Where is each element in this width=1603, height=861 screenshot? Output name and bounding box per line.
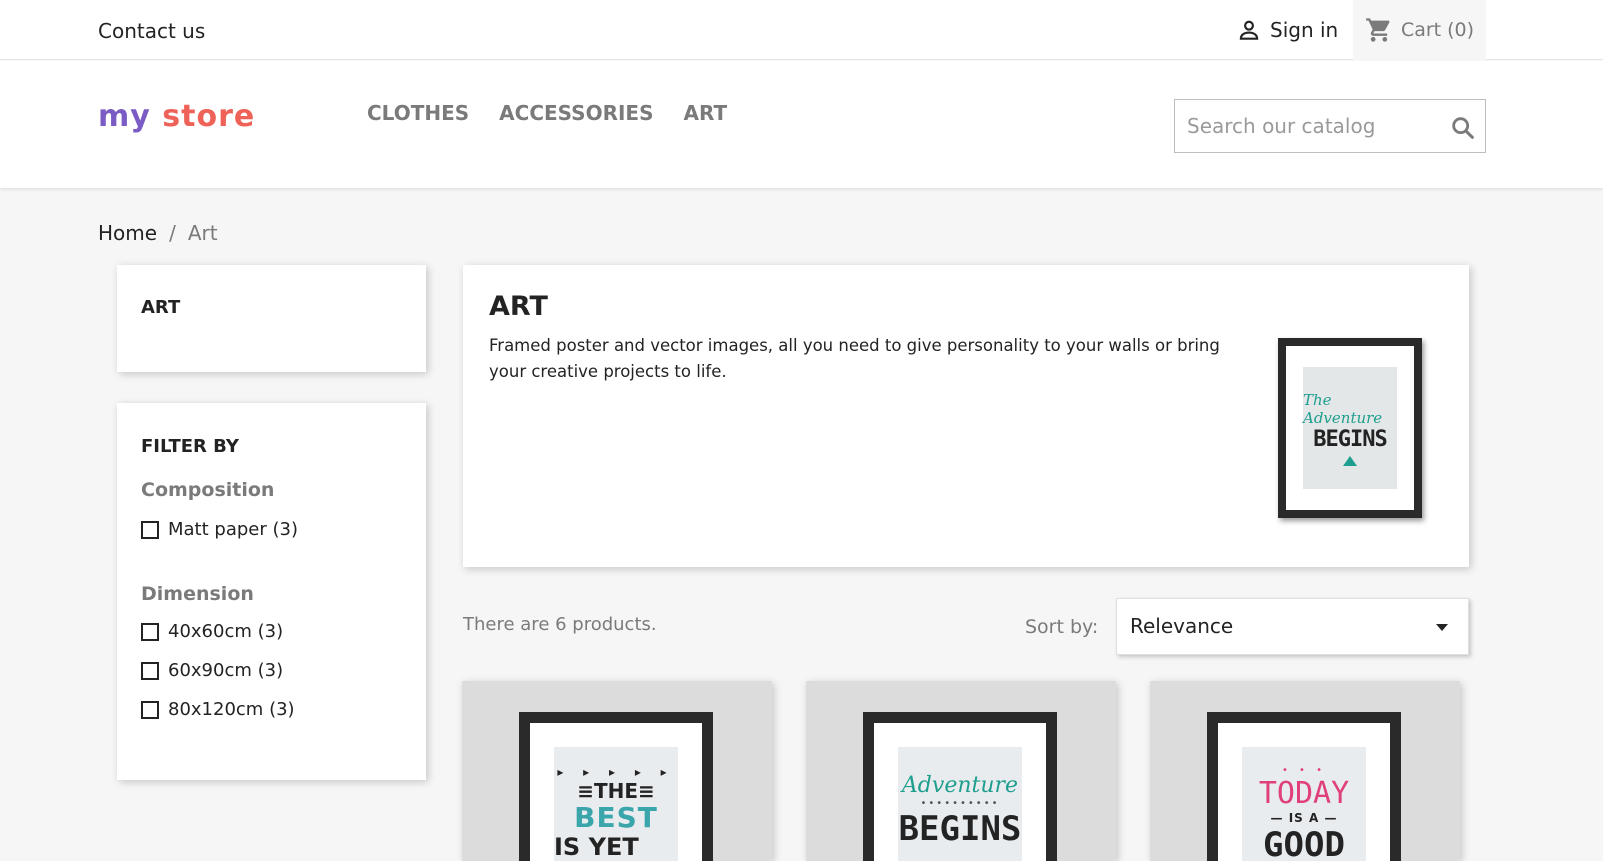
- caret-down-icon: [1436, 624, 1448, 631]
- cart-button[interactable]: Cart (0): [1353, 0, 1486, 60]
- search-input[interactable]: [1175, 100, 1445, 152]
- poster-line: IS YET TO: [554, 833, 639, 861]
- menu-item-art[interactable]: ART: [684, 101, 728, 125]
- product-image: • • • TODAY — IS A — GOOD: [1207, 712, 1401, 861]
- poster-line: Adventure: [901, 773, 1019, 798]
- category-title: ART: [489, 291, 548, 322]
- category-tree: ART: [117, 265, 426, 372]
- category-description: Framed poster and vector images, all you…: [489, 336, 1220, 381]
- poster-line: GOOD: [1263, 825, 1345, 861]
- facet-option-matt-paper[interactable]: Matt paper (3): [141, 519, 298, 540]
- breadcrumb-separator: /: [169, 221, 176, 245]
- poster-line: BEST: [574, 801, 658, 834]
- sign-in-label: Sign in: [1270, 18, 1339, 42]
- poster-artwork: ▸ ▸ ▸ ▸ ▸ ≡THE≡ BEST IS YET TO: [554, 747, 678, 861]
- poster-line: ••••••••••: [920, 798, 1000, 809]
- facet-option-60x90[interactable]: 60x90cm (3): [141, 660, 283, 681]
- poster-line: — IS A —: [1270, 811, 1338, 825]
- category-cover-image: The Adventure BEGINS: [1278, 338, 1422, 518]
- poster-line: BEGINS: [898, 809, 1022, 849]
- poster-line: • • •: [1281, 765, 1327, 776]
- poster-line: ▸ ▸ ▸ ▸ ▸: [557, 765, 675, 779]
- product-card[interactable]: Adventure •••••••••• BEGINS: [806, 681, 1116, 861]
- cart-label: Cart (0): [1400, 19, 1475, 41]
- facet-title-dimension: Dimension: [141, 583, 254, 605]
- checkbox[interactable]: [141, 700, 159, 719]
- sort-value: Relevance: [1130, 614, 1234, 638]
- breadcrumb-home[interactable]: Home: [98, 221, 157, 245]
- sign-in-link[interactable]: Sign in: [1236, 17, 1338, 43]
- facet-option-label: 60x90cm (3): [168, 660, 284, 681]
- logo-part-store: store: [162, 99, 256, 134]
- facet-option-label: 80x120cm (3): [168, 699, 295, 720]
- site-header: my store CLOTHES ACCESSORIES ART: [0, 61, 1603, 188]
- checkbox[interactable]: [141, 520, 159, 539]
- category-tree-title[interactable]: ART: [141, 297, 180, 318]
- user-icon: [1239, 20, 1259, 40]
- facet-option-label: 40x60cm (3): [168, 621, 284, 642]
- menu-item-accessories[interactable]: ACCESSORIES: [499, 101, 653, 125]
- top-nav: Contact us Sign in Cart (0): [0, 0, 1603, 60]
- cover-line-2: BEGINS: [1313, 426, 1387, 452]
- poster-artwork: • • • TODAY — IS A — GOOD: [1242, 747, 1366, 861]
- cover-artwork: The Adventure BEGINS: [1303, 367, 1397, 489]
- poster-line: TODAY: [1258, 776, 1350, 811]
- cover-line-1: The Adventure: [1303, 390, 1383, 427]
- product-card[interactable]: ▸ ▸ ▸ ▸ ▸ ≡THE≡ BEST IS YET TO: [462, 681, 772, 861]
- category-header: ART Framed poster and vector images, all…: [463, 265, 1469, 567]
- breadcrumb-current: Art: [187, 221, 218, 245]
- logo-part-my: my: [98, 99, 151, 134]
- sort-label: Sort by:: [1025, 616, 1099, 638]
- facet-option-80x120[interactable]: 80x120cm (3): [141, 699, 295, 720]
- poster-artwork: Adventure •••••••••• BEGINS: [898, 747, 1022, 861]
- breadcrumb: Home / Art: [98, 221, 218, 245]
- product-image: Adventure •••••••••• BEGINS: [863, 712, 1057, 861]
- main-menu: CLOTHES ACCESSORIES ART: [367, 101, 727, 125]
- product-image: ▸ ▸ ▸ ▸ ▸ ≡THE≡ BEST IS YET TO: [519, 712, 713, 861]
- filter-title: FILTER BY: [141, 436, 239, 457]
- shopping-cart-icon: [1366, 18, 1390, 42]
- menu-item-clothes[interactable]: CLOTHES: [367, 101, 469, 125]
- product-count: There are 6 products.: [463, 614, 657, 635]
- filter-panel: FILTER BY Composition Matt paper (3) Dim…: [117, 403, 426, 780]
- facet-option-40x60[interactable]: 40x60cm (3): [141, 621, 283, 642]
- search-icon[interactable]: [1449, 114, 1477, 142]
- search-widget: [1174, 99, 1486, 153]
- checkbox[interactable]: [141, 661, 159, 680]
- sort-dropdown[interactable]: Relevance: [1116, 598, 1469, 655]
- facet-title-composition: Composition: [141, 479, 275, 501]
- poster-line: ≡THE≡: [577, 779, 655, 803]
- contact-link[interactable]: Contact us: [98, 19, 205, 43]
- product-card[interactable]: • • • TODAY — IS A — GOOD: [1150, 681, 1460, 861]
- checkbox[interactable]: [141, 622, 159, 641]
- tent-icon: [1343, 455, 1357, 466]
- facet-option-label: Matt paper (3): [168, 519, 298, 540]
- store-logo[interactable]: my store: [98, 97, 255, 137]
